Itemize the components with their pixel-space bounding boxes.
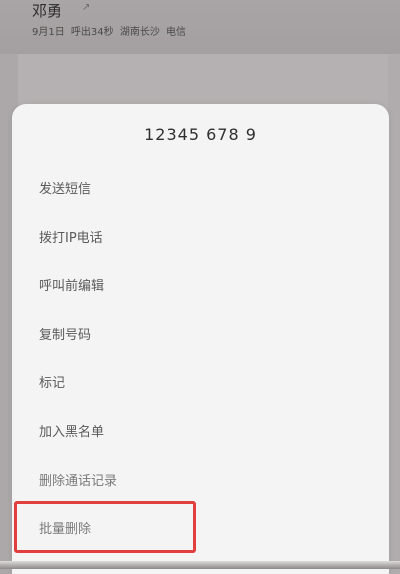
menu-item-send-sms[interactable]: 发送短信 bbox=[39, 178, 91, 197]
call-meta: 9月1日 呼出34秒 湖南长沙 电信 bbox=[32, 23, 189, 38]
outgoing-call-icon: ↗ bbox=[82, 2, 91, 13]
context-menu: 12345 678 9 发送短信 拨打IP电话 呼叫前编辑 复制号码 标记 加入… bbox=[12, 104, 389, 574]
menu-item-copy-number[interactable]: 复制号码 bbox=[39, 324, 91, 343]
bottom-strip bbox=[0, 561, 400, 569]
dim-overlay-right bbox=[388, 54, 400, 574]
menu-item-edit-before-call[interactable]: 呼叫前编辑 bbox=[39, 275, 104, 294]
menu-item-add-blacklist[interactable]: 加入黑名单 bbox=[39, 421, 104, 440]
menu-phone-number: 12345 678 9 bbox=[144, 125, 257, 144]
contact-name: 邓勇 bbox=[32, 2, 63, 20]
call-duration: 呼出34秒 bbox=[70, 27, 114, 38]
menu-item-delete-call-log[interactable]: 删除通话记录 bbox=[39, 470, 117, 489]
call-date: 9月1日 bbox=[32, 27, 65, 38]
menu-item-ip-call[interactable]: 拨打IP电话 bbox=[39, 227, 103, 246]
menu-item-mark[interactable]: 标记 bbox=[39, 372, 65, 391]
menu-item-batch-delete[interactable]: 批量删除 bbox=[39, 518, 91, 537]
call-carrier: 电信 bbox=[166, 27, 187, 38]
call-location: 湖南长沙 bbox=[119, 27, 160, 38]
